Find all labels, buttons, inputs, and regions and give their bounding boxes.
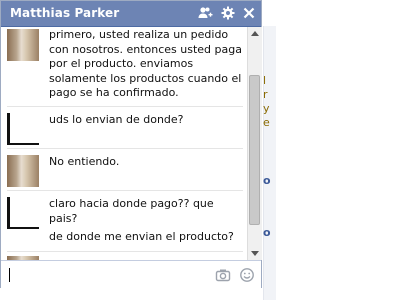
message-divider — [7, 106, 243, 107]
chat-window: Matthias Parker primero, usted realiza u… — [0, 0, 262, 288]
message-list[interactable]: primero, usted realiza un pedido con nos… — [1, 27, 246, 260]
avatar[interactable] — [7, 197, 39, 229]
message-text: primero, usted realiza un pedido con nos… — [49, 28, 242, 99]
background-column — [263, 26, 276, 300]
background-text: r — [263, 88, 268, 101]
scroll-up-arrow-icon[interactable] — [251, 31, 259, 36]
close-icon[interactable] — [241, 5, 257, 21]
scrollbar-thumb[interactable] — [249, 75, 260, 225]
message-input[interactable] — [1, 260, 261, 288]
background-page — [263, 0, 400, 300]
message-text: uds lo envian de donde? — [49, 113, 184, 126]
smiley-icon[interactable] — [239, 267, 255, 283]
background-text: y — [263, 102, 270, 115]
camera-icon[interactable] — [215, 267, 231, 283]
chat-title[interactable]: Matthias Parker — [10, 6, 119, 20]
message-text: claro hacia donde pago?? que pais? — [49, 197, 214, 225]
message-divider — [7, 148, 243, 149]
background-text: l — [263, 74, 267, 87]
chat-titlebar[interactable]: Matthias Parker — [1, 1, 261, 27]
avatar[interactable] — [7, 155, 39, 187]
message-divider — [7, 251, 243, 252]
message-text: de donde me envian el producto? — [49, 230, 234, 243]
text-cursor — [9, 268, 10, 282]
background-text: o — [263, 226, 271, 239]
background-text: o — [263, 174, 271, 187]
message-text: No entiendo. — [49, 155, 120, 168]
scroll-down-arrow-icon[interactable] — [251, 251, 259, 256]
background-text: e — [263, 116, 270, 129]
avatar[interactable] — [7, 113, 39, 145]
message-divider — [7, 190, 243, 191]
gear-icon[interactable] — [220, 5, 236, 21]
add-friends-icon[interactable] — [197, 5, 213, 21]
message-scrollbar[interactable] — [247, 27, 262, 260]
avatar[interactable] — [7, 29, 39, 61]
